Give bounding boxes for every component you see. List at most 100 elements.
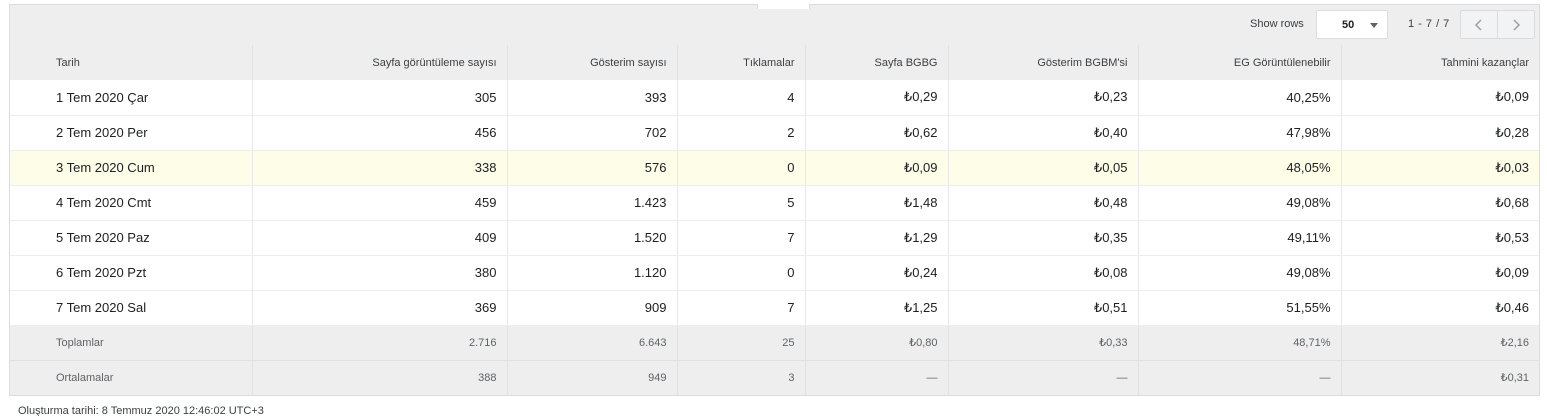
total-estimated-earnings: ₺2,16 bbox=[1341, 324, 1539, 360]
cell-date: 5 Tem 2020 Paz bbox=[10, 220, 253, 256]
column-header-viewable[interactable]: EG Görüntülenebilir bbox=[1138, 45, 1342, 80]
column-header-date[interactable]: Tarih bbox=[10, 45, 253, 80]
cell-viewable: 49,11% bbox=[1138, 220, 1342, 256]
table-row: 7 Tem 2020 Sal 369 909 7 ₺1,25 ₺0,51 51,… bbox=[10, 290, 1539, 326]
pagination-range: 1 - 7 / 7 bbox=[1408, 18, 1450, 30]
table-row: 2 Tem 2020 Per 456 702 2 ₺0,62 ₺0,40 47,… bbox=[10, 115, 1539, 151]
table-row: 5 Tem 2020 Paz 409 1.520 7 ₺1,29 ₺0,35 4… bbox=[10, 220, 1539, 256]
cell-estimated-earnings: ₺0,46 bbox=[1341, 290, 1539, 326]
caret-down-icon bbox=[1370, 23, 1378, 28]
cell-clicks: 2 bbox=[677, 115, 806, 151]
cell-estimated-earnings: ₺0,28 bbox=[1341, 115, 1539, 151]
report-panel: Show rows 50 1 - 7 / 7 Tarih Sayfa görün… bbox=[9, 4, 1540, 396]
column-header-impression-rpm[interactable]: Gösterim BGBM'si bbox=[948, 45, 1139, 80]
column-header-impressions[interactable]: Gösterim sayısı bbox=[507, 45, 678, 80]
column-header-page-views[interactable]: Sayfa görüntüleme sayısı bbox=[252, 45, 508, 80]
average-clicks: 3 bbox=[677, 359, 806, 395]
cell-page-rpm: ₺1,29 bbox=[805, 220, 949, 256]
cell-clicks: 7 bbox=[677, 220, 806, 256]
table-row-highlighted: 3 Tem 2020 Cum 338 576 0 ₺0,09 ₺0,05 48,… bbox=[10, 150, 1539, 186]
cell-date: 7 Tem 2020 Sal bbox=[10, 290, 253, 326]
cell-page-rpm: ₺1,25 bbox=[805, 290, 949, 326]
column-header-estimated-earnings[interactable]: Tahmini kazançlar bbox=[1341, 45, 1539, 80]
show-rows-label: Show rows bbox=[1250, 18, 1304, 30]
cell-page-rpm: ₺0,29 bbox=[805, 80, 949, 116]
cell-estimated-earnings: ₺0,03 bbox=[1341, 150, 1539, 186]
earnings-table: Tarih Sayfa görüntüleme sayısı Gösterim … bbox=[10, 45, 1539, 395]
average-impression-rpm: — bbox=[948, 359, 1139, 395]
cell-viewable: 51,55% bbox=[1138, 290, 1342, 326]
cell-impression-rpm: ₺0,35 bbox=[948, 220, 1139, 256]
table-toolbar: Show rows 50 1 - 7 / 7 bbox=[10, 5, 1539, 45]
cell-impressions: 702 bbox=[507, 115, 678, 151]
cell-date: 6 Tem 2020 Pzt bbox=[10, 255, 253, 291]
average-impressions: 949 bbox=[507, 359, 678, 395]
chevron-left-icon bbox=[1474, 18, 1482, 31]
cell-page-rpm: ₺0,24 bbox=[805, 255, 949, 291]
cell-page-rpm: ₺0,62 bbox=[805, 115, 949, 151]
cell-impression-rpm: ₺0,40 bbox=[948, 115, 1139, 151]
column-header-page-rpm[interactable]: Sayfa BGBG bbox=[805, 45, 949, 80]
cell-page-views: 305 bbox=[252, 80, 508, 116]
cell-clicks: 7 bbox=[677, 290, 806, 326]
table-row: 1 Tem 2020 Çar 305 393 4 ₺0,29 ₺0,23 40,… bbox=[10, 80, 1539, 116]
cell-page-views: 459 bbox=[252, 185, 508, 221]
average-estimated-earnings: ₺0,31 bbox=[1341, 359, 1539, 395]
cell-viewable: 40,25% bbox=[1138, 80, 1342, 116]
cell-date: 1 Tem 2020 Çar bbox=[10, 80, 253, 116]
created-date-text: Oluşturma tarihi: 8 Temmuz 2020 12:46:02… bbox=[18, 405, 264, 416]
cell-estimated-earnings: ₺0,68 bbox=[1341, 185, 1539, 221]
cell-page-views: 380 bbox=[252, 255, 508, 291]
pagination-controls bbox=[1460, 10, 1535, 39]
previous-page-button[interactable] bbox=[1461, 11, 1497, 38]
cell-date: 3 Tem 2020 Cum bbox=[10, 150, 253, 186]
cell-impression-rpm: ₺0,23 bbox=[948, 80, 1139, 116]
averages-row: Ortalamalar 388 949 3 — — — ₺0,31 bbox=[10, 359, 1539, 395]
table-row: 4 Tem 2020 Cmt 459 1.423 5 ₺1,48 ₺0,48 4… bbox=[10, 185, 1539, 221]
cell-page-views: 369 bbox=[252, 290, 508, 326]
cell-page-views: 456 bbox=[252, 115, 508, 151]
cell-impression-rpm: ₺0,05 bbox=[948, 150, 1139, 186]
cell-page-rpm: ₺0,09 bbox=[805, 150, 949, 186]
total-clicks: 25 bbox=[677, 324, 806, 360]
cell-impression-rpm: ₺0,48 bbox=[948, 185, 1139, 221]
column-header-clicks[interactable]: Tıklamalar bbox=[677, 45, 806, 80]
cell-impressions: 909 bbox=[507, 290, 678, 326]
next-page-button[interactable] bbox=[1497, 11, 1534, 38]
table-header-row: Tarih Sayfa görüntüleme sayısı Gösterim … bbox=[10, 45, 1539, 80]
averages-label: Ortalamalar bbox=[10, 359, 253, 395]
cell-viewable: 49,08% bbox=[1138, 255, 1342, 291]
cell-impressions: 393 bbox=[507, 80, 678, 116]
cell-date: 4 Tem 2020 Cmt bbox=[10, 185, 253, 221]
cell-page-views: 338 bbox=[252, 150, 508, 186]
cell-clicks: 4 bbox=[677, 80, 806, 116]
cell-clicks: 0 bbox=[677, 255, 806, 291]
total-impression-rpm: ₺0,33 bbox=[948, 324, 1139, 360]
total-viewable: 48,71% bbox=[1138, 324, 1342, 360]
total-page-views: 2.716 bbox=[252, 324, 508, 360]
cell-impressions: 1.120 bbox=[507, 255, 678, 291]
total-impressions: 6.643 bbox=[507, 324, 678, 360]
cell-estimated-earnings: ₺0,53 bbox=[1341, 220, 1539, 256]
cell-impression-rpm: ₺0,08 bbox=[948, 255, 1139, 291]
cell-impressions: 1.423 bbox=[507, 185, 678, 221]
rows-per-page-select[interactable]: 50 bbox=[1316, 10, 1388, 39]
cell-page-rpm: ₺1,48 bbox=[805, 185, 949, 221]
cell-estimated-earnings: ₺0,09 bbox=[1341, 255, 1539, 291]
average-page-rpm: — bbox=[805, 359, 949, 395]
table-row: 6 Tem 2020 Pzt 380 1.120 0 ₺0,24 ₺0,08 4… bbox=[10, 255, 1539, 291]
rows-per-page-value: 50 bbox=[1342, 19, 1355, 31]
cell-estimated-earnings: ₺0,09 bbox=[1341, 80, 1539, 116]
cell-clicks: 5 bbox=[677, 185, 806, 221]
cell-viewable: 48,05% bbox=[1138, 150, 1342, 186]
cell-date: 2 Tem 2020 Per bbox=[10, 115, 253, 151]
totals-label: Toplamlar bbox=[10, 324, 253, 360]
cell-impressions: 1.520 bbox=[507, 220, 678, 256]
average-viewable: — bbox=[1138, 359, 1342, 395]
cell-impressions: 576 bbox=[507, 150, 678, 186]
chevron-right-icon bbox=[1513, 18, 1521, 31]
total-page-rpm: ₺0,80 bbox=[805, 324, 949, 360]
average-page-views: 388 bbox=[252, 359, 508, 395]
cell-clicks: 0 bbox=[677, 150, 806, 186]
cell-viewable: 47,98% bbox=[1138, 115, 1342, 151]
